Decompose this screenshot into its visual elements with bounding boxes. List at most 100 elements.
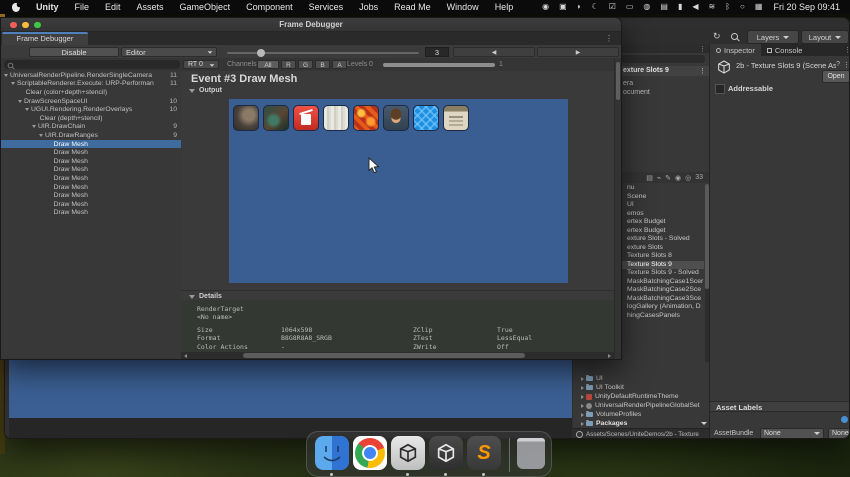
swirl-icon[interactable]: ◉ [542, 0, 549, 14]
frame-event-row[interactable]: Draw Mesh [1, 139, 181, 149]
layout-dropdown[interactable]: Layout [801, 30, 849, 44]
panel-menu-icon[interactable]: ⋮ [699, 45, 706, 53]
tab-frame-debugger[interactable]: Frame Debugger [2, 32, 88, 45]
frame-event-row[interactable]: Draw Mesh [1, 157, 181, 166]
channel-button-b[interactable]: B [315, 60, 330, 69]
target-dropdown[interactable]: Editor [121, 46, 217, 57]
info-icon[interactable]: ◉ [675, 174, 681, 182]
control-center-icon[interactable]: ▦ [755, 0, 763, 14]
battery-icon[interactable]: ▮ [678, 0, 682, 14]
frame-event-row[interactable]: Draw Mesh [1, 166, 181, 175]
menu-item-gameobject[interactable]: GameObject [172, 2, 239, 12]
frame-event-row[interactable]: Draw Mesh [1, 209, 181, 218]
frame-event-row[interactable]: Clear (color+depth+stencil) [1, 88, 181, 97]
frame-event-row[interactable]: ScriptableRenderer.Execute: URP-Performa… [1, 80, 181, 89]
volume-icon[interactable]: ◀ [692, 0, 698, 14]
menu-item-services[interactable]: Services [301, 2, 352, 12]
dock-unity-hub-icon[interactable] [391, 436, 425, 470]
frame-event-row[interactable]: Draw Mesh [1, 174, 181, 183]
dock-sublime-icon[interactable]: S [467, 436, 501, 470]
hierarchy-search-input[interactable] [621, 55, 705, 63]
project-scrollbar[interactable] [705, 184, 709, 362]
event-number-field[interactable]: 3 [425, 46, 449, 57]
frame-event-row[interactable]: UIR.DrawRanges 9 [1, 131, 181, 140]
prev-event-button[interactable]: ◀ [453, 46, 535, 57]
scene-header[interactable]: exture Slots 9 ⋮ [619, 66, 709, 76]
globe-icon[interactable]: ◍ [643, 0, 650, 14]
lava-texture[interactable] [353, 105, 379, 131]
frame-event-row[interactable]: Draw Mesh [1, 191, 181, 200]
project-tree-item[interactable]: VolumeProfiles [579, 410, 709, 419]
menu-item-unity[interactable]: Unity [28, 2, 67, 12]
dock-unity-editor-icon[interactable] [429, 436, 463, 470]
blue-lattice-texture[interactable] [413, 105, 439, 131]
menu-item-edit[interactable]: Edit [97, 2, 129, 12]
disable-button[interactable]: Disable [29, 46, 119, 57]
tab-inspector[interactable]: Inspector [710, 44, 761, 56]
wifi-icon[interactable]: ≋ [709, 0, 716, 14]
rt-dropdown[interactable]: RT 0 [183, 60, 219, 69]
moon-icon[interactable]: ☾ [592, 0, 599, 14]
channel-button-all[interactable]: All [257, 60, 279, 69]
frame-event-row[interactable]: UGUI.Rendering.RenderOverlays 10 [1, 105, 181, 114]
menu-item-help[interactable]: Help [487, 2, 522, 12]
plug-icon[interactable]: ⌁ [657, 174, 661, 182]
channel-button-g[interactable]: G [298, 60, 313, 69]
scrollbar-thumb[interactable] [705, 184, 709, 289]
scene-menu-icon[interactable]: ⋮ [699, 67, 706, 76]
label-picker-icon[interactable] [841, 416, 848, 423]
next-event-button[interactable]: ▶ [537, 46, 619, 57]
window-titlebar[interactable]: Frame Debugger [1, 18, 621, 32]
paper-ui-texture[interactable] [443, 105, 469, 131]
panel-menu-icon[interactable]: ⋮ [844, 46, 849, 54]
dock-trash-icon[interactable] [517, 438, 545, 469]
scrollbar-thumb[interactable] [243, 353, 525, 358]
levels-slider[interactable] [383, 62, 495, 67]
hierarchy-item-uidocument[interactable]: ocument [623, 88, 650, 97]
project-tree-item[interactable]: UI Toolkit [579, 383, 709, 392]
inspector-menu-icon[interactable]: ⋮ [843, 61, 849, 69]
frame-event-row[interactable]: UniversalRenderPipeline.RenderSingleCame… [1, 71, 181, 80]
horizontal-scrollbar[interactable] [181, 352, 614, 359]
menu-item-jobs[interactable]: Jobs [351, 2, 386, 12]
bluetooth-icon[interactable]: ᛒ [725, 0, 730, 14]
channel-button-a[interactable]: A [332, 60, 347, 69]
project-tree-item[interactable]: Packages [579, 419, 709, 428]
assetbundle-dropdown[interactable]: None [760, 428, 824, 438]
stage-manager-icon[interactable]: ▤ [660, 0, 668, 14]
vertical-scrollbar[interactable] [614, 59, 621, 359]
frame-event-row[interactable]: Draw Mesh [1, 148, 181, 157]
tab-menu-icon[interactable]: ⋮ [605, 34, 613, 43]
scroll-right-icon[interactable] [608, 353, 611, 358]
scrollbar-thumb[interactable] [616, 62, 620, 100]
portrait-texture[interactable] [383, 105, 409, 131]
character-texture[interactable] [263, 105, 289, 131]
addressable-checkbox[interactable] [715, 84, 725, 94]
label-icon[interactable]: ✎ [665, 174, 671, 182]
app-status-icon[interactable]: ◗ [577, 0, 582, 14]
menu-item-assets[interactable]: Assets [129, 2, 172, 12]
eye-icon[interactable]: ◎ [685, 174, 691, 182]
channel-button-r[interactable]: R [281, 60, 296, 69]
menu-item-component[interactable]: Component [238, 2, 301, 12]
frame-event-row[interactable]: DrawScreenSpaceUI 10 [1, 97, 181, 106]
frame-event-row[interactable]: UIR.DrawChain 9 [1, 123, 181, 132]
assetbundle-variant-dropdown[interactable]: None [828, 428, 849, 438]
menu-item-window[interactable]: Window [439, 2, 487, 12]
birch-texture[interactable] [323, 105, 349, 131]
frame-event-row[interactable]: Draw Mesh [1, 200, 181, 209]
slider-handle[interactable] [257, 49, 265, 57]
hierarchy-item-camera[interactable]: era [623, 79, 633, 88]
frame-event-row[interactable]: Clear (depth+stencil) [1, 114, 181, 123]
history-icon[interactable]: ↻ [713, 31, 721, 42]
spotlight-icon[interactable]: ○ [740, 0, 745, 14]
tab-console[interactable]: Console [761, 44, 809, 56]
keyboard-icon[interactable]: ▭ [626, 0, 634, 14]
search-icon[interactable] [731, 32, 738, 40]
details-foldout[interactable]: Details [189, 293, 222, 300]
display-icon[interactable]: ▣ [559, 0, 567, 14]
chevron-down-icon[interactable] [701, 422, 707, 425]
menu-item-read-me[interactable]: Read Me [386, 2, 439, 12]
apple-icon[interactable] [12, 2, 20, 12]
dock-finder-icon[interactable] [315, 436, 349, 470]
